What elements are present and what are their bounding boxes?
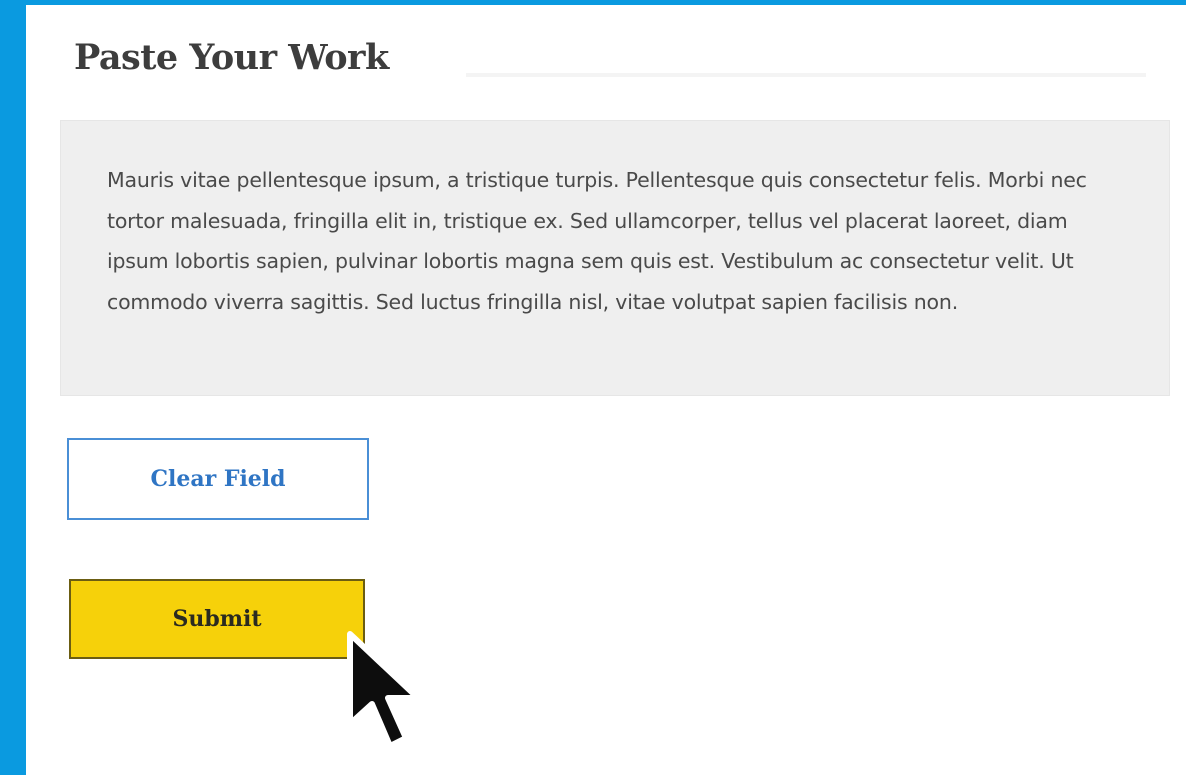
title-divider [466,73,1146,77]
page-title: Paste Your Work [74,37,389,78]
content-panel: Paste Your Work Mauris vitae pellentesqu… [26,5,1186,775]
mouse-pointer-icon [347,631,421,749]
submit-button[interactable]: Submit [69,579,365,659]
paste-work-field[interactable]: Mauris vitae pellentesque ipsum, a trist… [60,120,1170,396]
clear-field-button[interactable]: Clear Field [67,438,369,520]
